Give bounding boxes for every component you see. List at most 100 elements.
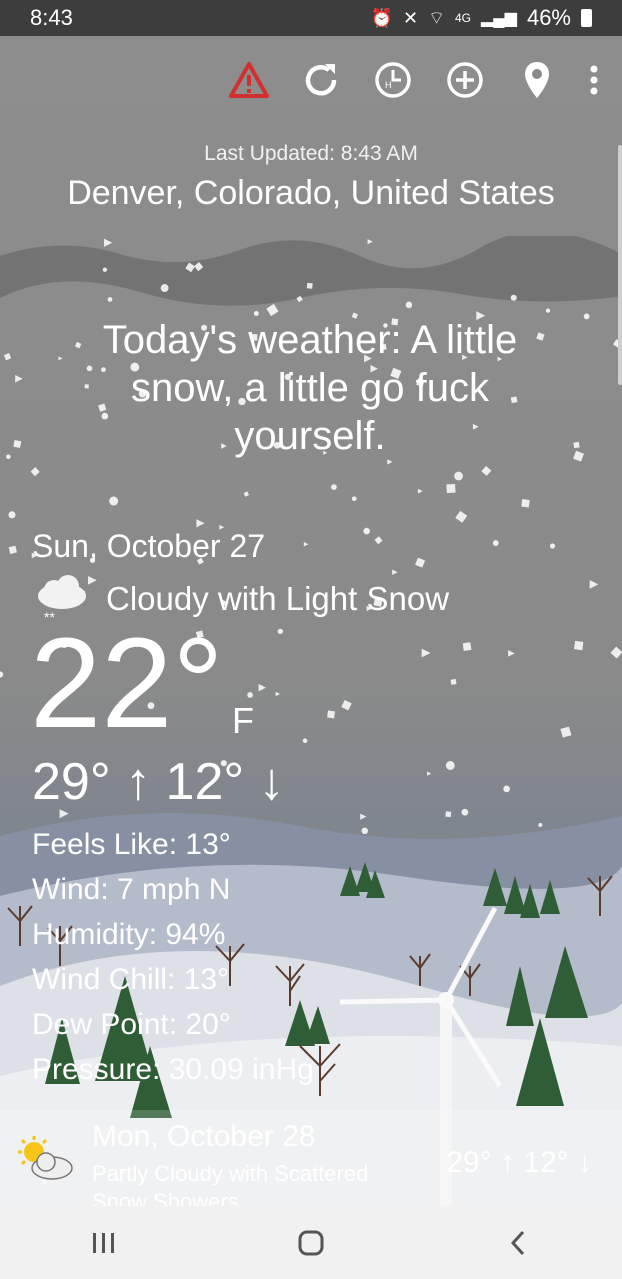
- forecast-condition: Partly Cloudy with Scattered Snow Shower…: [92, 1161, 369, 1206]
- snowflake: [275, 691, 281, 697]
- alert-button[interactable]: [224, 55, 274, 105]
- snowflake: [427, 771, 432, 776]
- snowflake: [450, 678, 457, 685]
- more-icon: [590, 65, 598, 95]
- snowflake: [194, 262, 204, 272]
- wind: Wind: 7 mph N: [32, 873, 231, 906]
- snowflake: [102, 267, 108, 272]
- toolbar: H: [224, 55, 604, 105]
- snowflake: [367, 239, 373, 245]
- snowflake: [521, 499, 530, 508]
- snowflake: [481, 465, 492, 476]
- current-date: Sun, October 27: [32, 528, 266, 564]
- snowflake: [610, 646, 622, 659]
- snowflake: [363, 527, 370, 535]
- snowflake: [331, 484, 337, 490]
- temperature-unit: F: [232, 700, 254, 741]
- snowflake: [107, 297, 113, 302]
- snowflake: [560, 726, 572, 738]
- refresh-icon: [305, 64, 337, 96]
- home-icon: [298, 1230, 324, 1255]
- snowflake: [508, 650, 515, 657]
- snowflake: [247, 692, 253, 698]
- status-bar: 8:43 ⏰ ✕ ⌔ 4G ▂▄▆ 46%: [0, 0, 622, 36]
- location-icon: [525, 62, 549, 98]
- snowflake: [341, 699, 352, 711]
- snowflake: [421, 648, 431, 658]
- partly-cloudy-icon: *: [18, 1136, 73, 1190]
- snowflake: [196, 519, 205, 528]
- wind-chill: Wind Chill: 13°: [32, 963, 230, 996]
- snowflake: [589, 580, 599, 589]
- snowflake: [445, 761, 455, 770]
- snowflake: [415, 557, 426, 568]
- recent-apps-button[interactable]: [74, 1213, 134, 1273]
- location-title[interactable]: Denver, Colorado, United States: [0, 174, 622, 213]
- back-button[interactable]: [488, 1213, 548, 1273]
- snowflake: [351, 496, 357, 502]
- dew-point: Dew Point: 20°: [32, 1008, 231, 1041]
- snowflake: [302, 738, 308, 743]
- snowflake: [492, 540, 499, 547]
- status-icons: ⏰ ✕ ⌔ 4G ▂▄▆ 46%: [371, 5, 592, 31]
- snowflake: [462, 642, 472, 651]
- refresh-button[interactable]: [296, 55, 346, 105]
- feels-like: Feels Like: 13°: [32, 828, 231, 861]
- snowflake: [160, 284, 169, 292]
- alarm-icon: ⏰: [370, 7, 393, 28]
- snowflake: [0, 671, 4, 678]
- humidity: Humidity: 94%: [32, 918, 226, 951]
- snowflake: [8, 511, 16, 519]
- snowflake: [503, 785, 510, 793]
- snowflake: [417, 488, 423, 494]
- location-button[interactable]: [512, 55, 562, 105]
- forecast-date: Mon, October 28: [92, 1120, 316, 1153]
- battery-level: 46%: [526, 5, 571, 30]
- snowflake: [109, 496, 119, 506]
- snowflake: [574, 640, 584, 651]
- snowflake: [549, 543, 556, 549]
- home-button[interactable]: [281, 1213, 341, 1273]
- snowflake: [266, 303, 279, 317]
- snowflake: [573, 441, 580, 449]
- snowflake: [15, 375, 23, 383]
- pressure: Pressure: 30.09 inHg: [32, 1053, 314, 1086]
- last-updated: Last Updated: 8:43 AM: [204, 142, 418, 165]
- snowflake: [387, 459, 393, 465]
- snowflake: [6, 454, 11, 460]
- snowflake: [8, 545, 17, 554]
- mute-icon: ✕: [402, 7, 419, 28]
- snowflake: [303, 541, 309, 547]
- network-label: 4G: [454, 11, 471, 25]
- snowflake: [306, 282, 313, 289]
- snowflake: [243, 491, 249, 497]
- back-icon: [511, 1230, 525, 1255]
- weather-details: Feels Like: 13° Wind: 7 mph N Humidity: …: [32, 822, 314, 1092]
- forecast-row[interactable]: * Mon, October 28 Partly Cloudy with Sca…: [0, 1110, 622, 1206]
- more-button[interactable]: [584, 55, 604, 105]
- wifi-icon: ⌔: [428, 7, 445, 28]
- status-time: 8:43: [30, 5, 73, 30]
- snowflake: [30, 467, 40, 477]
- snowflake: [583, 313, 590, 320]
- snowflake: [405, 301, 413, 309]
- snowflake: [454, 471, 463, 481]
- snowflake: [3, 352, 12, 361]
- recent-apps-icon: [92, 1232, 114, 1253]
- history-button[interactable]: H: [368, 55, 418, 105]
- weather-tagline: Today's weather: A little snow, a little…: [102, 318, 518, 458]
- snowflake: [374, 536, 383, 545]
- snowflake: [510, 294, 517, 301]
- add-location-button[interactable]: [440, 55, 490, 105]
- snowflake: [13, 440, 22, 448]
- navigation-bar: [0, 1206, 622, 1279]
- high-low-temperature: 29° ↑ 12° ↓: [32, 753, 285, 811]
- current-temperature: 22°: [30, 612, 224, 755]
- svg-text:H: H: [385, 80, 392, 90]
- snowflake: [455, 510, 468, 523]
- svg-text:*: *: [42, 1177, 47, 1190]
- forecast-high-low: 29° ↑ 12° ↓: [446, 1146, 592, 1179]
- snowflake: [185, 262, 195, 273]
- snowflake: [103, 238, 113, 247]
- snowflake: [446, 483, 456, 494]
